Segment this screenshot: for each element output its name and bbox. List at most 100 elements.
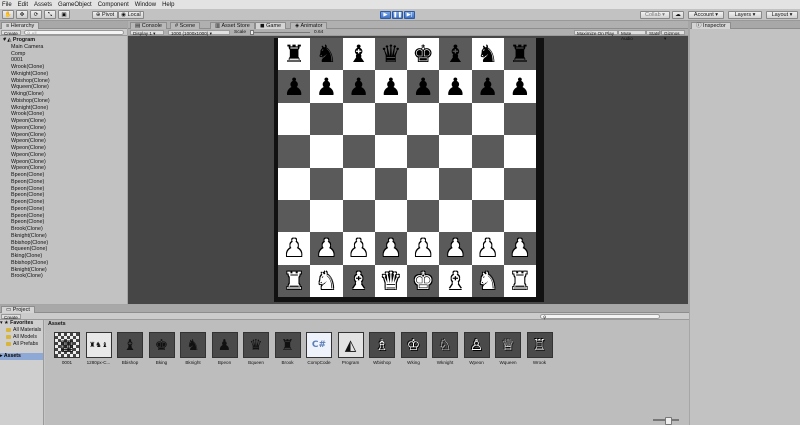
asset-item[interactable]: ♔ Wking <box>400 332 428 365</box>
scale-slider[interactable] <box>250 30 310 35</box>
board-square[interactable]: ♛ <box>374 264 407 297</box>
hierarchy-item[interactable]: Main Camera <box>0 44 127 51</box>
favorite-all-models[interactable]: All Models <box>0 334 43 341</box>
menu-file[interactable]: File <box>2 2 12 8</box>
menu-gameobject[interactable]: GameObject <box>58 2 92 8</box>
hierarchy-item[interactable]: Bpeon(Clone) <box>0 186 127 193</box>
hierarchy-item[interactable]: Bpeon(Clone) <box>0 172 127 179</box>
board-square[interactable] <box>342 167 375 200</box>
asset-item[interactable]: ♘ Wknight <box>431 332 459 365</box>
pivot-toggle[interactable]: ⊕ Pivot <box>92 11 118 19</box>
hierarchy-item[interactable]: Wpeon(Clone) <box>0 152 127 159</box>
chess-piece[interactable]: ♚ <box>412 42 434 66</box>
hierarchy-item[interactable]: Bknight(Clone) <box>0 267 127 274</box>
step-button[interactable]: ▶| <box>404 11 415 19</box>
account-dropdown[interactable]: Account ▾ <box>688 11 724 19</box>
rotate-tool-button[interactable]: ⟳ <box>30 10 42 19</box>
chess-piece[interactable]: ♞ <box>477 269 499 293</box>
hierarchy-search-input[interactable]: ⚲ All <box>24 30 124 36</box>
chess-piece[interactable]: ♟ <box>348 75 370 99</box>
asset-item[interactable]: ♝ Bbishop <box>116 332 144 365</box>
hierarchy-item[interactable]: Bbishop(Clone) <box>0 260 127 267</box>
hierarchy-item[interactable]: Bpeon(Clone) <box>0 213 127 220</box>
board-square[interactable] <box>439 135 472 168</box>
board-square[interactable]: ♜ <box>278 264 311 297</box>
board-square[interactable] <box>503 199 536 233</box>
rect-tool-button[interactable]: ▣ <box>58 10 70 19</box>
chess-piece[interactable]: ♛ <box>380 269 402 293</box>
chess-piece[interactable]: ♝ <box>445 269 467 293</box>
board-square[interactable] <box>278 167 311 200</box>
hierarchy-item[interactable]: Wpeon(Clone) <box>0 138 127 145</box>
board-square[interactable]: ♟ <box>310 70 343 103</box>
favorite-all-prefabs[interactable]: All Prefabs <box>0 341 43 348</box>
board-square[interactable]: ♟ <box>439 70 472 103</box>
chess-piece[interactable]: ♟ <box>477 75 499 99</box>
chess-piece[interactable]: ♟ <box>509 236 531 260</box>
board-square[interactable]: ♞ <box>471 264 504 297</box>
board-square[interactable]: ♟ <box>503 232 536 265</box>
board-square[interactable]: ♜ <box>278 38 311 71</box>
board-square[interactable] <box>278 102 311 136</box>
board-square[interactable] <box>374 102 407 136</box>
menu-window[interactable]: Window <box>135 2 156 8</box>
hierarchy-item[interactable]: Wqueen(Clone) <box>0 84 127 91</box>
chess-piece[interactable]: ♜ <box>509 42 531 66</box>
board-square[interactable] <box>310 102 343 136</box>
hierarchy-item[interactable]: Brook(Clone) <box>0 273 127 280</box>
menu-help[interactable]: Help <box>162 2 174 8</box>
hierarchy-item[interactable]: Bbishop(Clone) <box>0 240 127 247</box>
hierarchy-item[interactable]: Wpeon(Clone) <box>0 165 127 172</box>
assets-breadcrumb[interactable]: Assets <box>48 321 66 327</box>
asset-item[interactable]: ♜ Brook <box>274 332 302 365</box>
scale-slider-handle[interactable] <box>250 30 254 35</box>
asset-item[interactable]: C# CompCode <box>305 332 333 365</box>
board-square[interactable] <box>342 199 375 233</box>
hierarchy-item[interactable]: Bpeon(Clone) <box>0 179 127 186</box>
chess-piece[interactable]: ♟ <box>283 75 305 99</box>
chess-piece[interactable]: ♝ <box>348 42 370 66</box>
asset-item[interactable]: ♛ Bqueen <box>242 332 270 365</box>
board-square[interactable]: ♞ <box>310 38 343 71</box>
hierarchy-item[interactable]: Wpeon(Clone) <box>0 132 127 139</box>
layout-dropdown[interactable]: Layout ▾ <box>766 11 798 19</box>
tab-project[interactable]: ▭ Project <box>1 306 35 313</box>
chess-piece[interactable]: ♟ <box>316 75 338 99</box>
maximize-on-play-toggle[interactable]: Maximize On Play <box>574 30 618 36</box>
board-square[interactable]: ♜ <box>503 264 536 297</box>
board-square[interactable]: ♝ <box>439 264 472 297</box>
hierarchy-item[interactable]: Bpeon(Clone) <box>0 219 127 226</box>
board-square[interactable] <box>407 135 440 168</box>
hierarchy-item[interactable]: Bpeon(Clone) <box>0 199 127 206</box>
board-square[interactable]: ♟ <box>342 232 375 265</box>
hierarchy-item[interactable]: Wbishop(Clone) <box>0 98 127 105</box>
chess-piece[interactable]: ♟ <box>283 236 305 260</box>
asset-item[interactable]: ♟ Bpeon <box>211 332 239 365</box>
thumbnail-size-slider[interactable] <box>653 417 679 425</box>
scale-tool-button[interactable]: ⤡ <box>44 10 56 19</box>
board-square[interactable]: ♟ <box>407 232 440 265</box>
board-square[interactable]: ♝ <box>342 38 375 71</box>
tab-game[interactable]: ◼ Game <box>255 22 287 29</box>
chess-piece[interactable]: ♚ <box>412 269 434 293</box>
board-square[interactable] <box>278 135 311 168</box>
tab-console[interactable]: ▤ Console <box>130 22 167 29</box>
resolution-dropdown[interactable]: 1000 (1000x1000) ▾ <box>168 30 230 36</box>
hierarchy-item[interactable]: Brook(Clone) <box>0 226 127 233</box>
menu-edit[interactable]: Edit <box>18 2 28 8</box>
stats-toggle[interactable]: Stats <box>646 30 660 36</box>
collab-dropdown[interactable]: Collab ▾ <box>640 11 670 19</box>
gizmos-dropdown[interactable]: Gizmos ▾ <box>661 30 685 41</box>
board-square[interactable] <box>407 102 440 136</box>
board-square[interactable] <box>278 199 311 233</box>
board-square[interactable]: ♚ <box>407 38 440 71</box>
asset-item[interactable]: ♗ Wbishop <box>368 332 396 365</box>
chess-piece[interactable]: ♟ <box>445 236 467 260</box>
board-square[interactable] <box>374 199 407 233</box>
chess-piece[interactable]: ♟ <box>412 75 434 99</box>
chess-piece[interactable]: ♝ <box>445 42 467 66</box>
hierarchy-item[interactable]: Bpeon(Clone) <box>0 206 127 213</box>
chess-piece[interactable]: ♜ <box>283 269 305 293</box>
hierarchy-item[interactable]: Wpeon(Clone) <box>0 125 127 132</box>
hierarchy-item[interactable]: Comp <box>0 51 127 58</box>
